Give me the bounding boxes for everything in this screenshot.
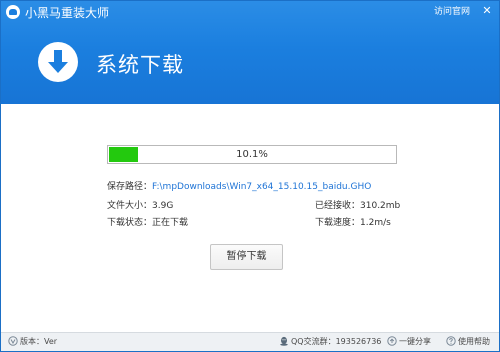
download-arrow-icon	[38, 42, 78, 82]
speed-row: 下载速度：1.2m/s	[315, 215, 391, 228]
app-logo-icon	[6, 5, 20, 19]
status-label: 下载状态：	[107, 218, 153, 228]
qq-group-text: QQ交流群：193526736	[291, 337, 382, 346]
header: 小黑马重装大师 访问官网 ✕ 系统下载	[1, 1, 499, 104]
page-title: 系统下载	[96, 53, 184, 77]
save-path-row: 保存路径：F:\mpDownloads\Win7_x64_15.10.15_ba…	[107, 179, 371, 192]
progress-label: 10.1%	[236, 149, 268, 160]
share-item[interactable]: 一键分享	[387, 336, 431, 348]
version-item: 版本：Ver	[8, 336, 57, 348]
status-row: 下载状态：正在下载	[107, 215, 188, 228]
help-icon	[446, 336, 456, 346]
status-value: 正在下载	[152, 218, 189, 228]
version-icon	[8, 336, 18, 346]
app-window: 小黑马重装大师 访问官网 ✕ 系统下载 10.1% 保存路径：F:\mpDown…	[0, 0, 500, 352]
status-bar: 版本：Ver QQ交流群：193526736 一键分享 使用帮助	[1, 332, 499, 351]
received-label: 已经接收：	[315, 201, 361, 211]
file-size-row: 文件大小：3.9G	[107, 198, 173, 211]
help-item[interactable]: 使用帮助	[446, 336, 490, 348]
visit-website-link[interactable]: 访问官网	[434, 4, 470, 17]
share-text: 一键分享	[399, 337, 431, 346]
file-size-value: 3.9G	[152, 201, 174, 211]
received-value: 310.2mb	[360, 201, 401, 211]
speed-label: 下载速度：	[315, 218, 361, 228]
qq-icon	[280, 336, 288, 346]
progress-bar: 10.1%	[107, 145, 397, 164]
close-button[interactable]: ✕	[480, 4, 494, 18]
save-path-label: 保存路径：	[107, 182, 153, 192]
help-text: 使用帮助	[458, 337, 490, 346]
title-bar: 小黑马重装大师 访问官网 ✕	[1, 1, 499, 23]
received-row: 已经接收：310.2mb	[315, 198, 400, 211]
version-text: 版本：Ver	[20, 337, 58, 346]
file-size-label: 文件大小：	[107, 201, 153, 211]
share-icon	[387, 336, 397, 346]
pause-download-button[interactable]: 暂停下载	[210, 244, 283, 270]
qq-group-item[interactable]: QQ交流群：193526736	[279, 336, 381, 348]
speed-value: 1.2m/s	[360, 218, 391, 228]
save-path-link[interactable]: F:\mpDownloads\Win7_x64_15.10.15_baidu.G…	[152, 182, 371, 192]
download-panel: 10.1% 保存路径：F:\mpDownloads\Win7_x64_15.10…	[1, 104, 499, 332]
app-title: 小黑马重装大师	[25, 6, 110, 20]
